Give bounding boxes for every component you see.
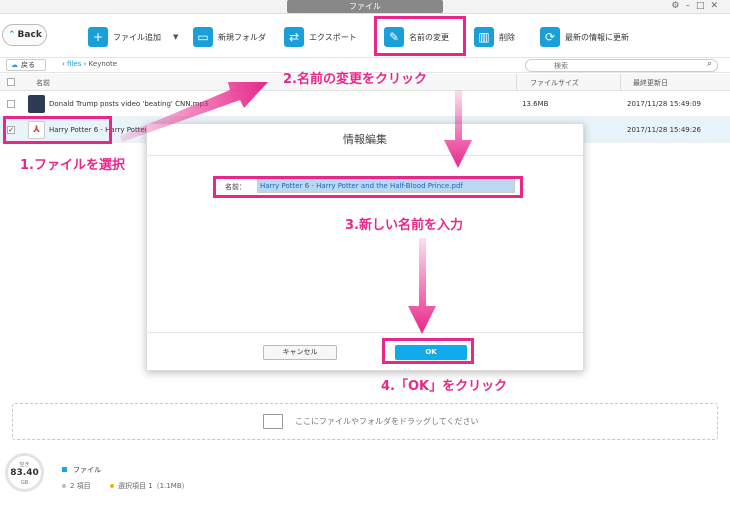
breadcrumb: › files › Keynote [62,60,117,68]
file-date: 2017/11/28 15:49:09 [627,100,702,108]
back-button[interactable]: ⌃ Back [2,24,47,46]
toolbar: ⌃ Back + ファイル追加 ▼ ▭ 新規フォルダ ⇄ エクスポート ✎ 名前の… [0,14,730,58]
category-swatch [62,467,67,472]
highlight-ok-button [382,338,474,364]
chevron-right-icon: › [62,60,65,68]
select-all-checkbox[interactable] [7,78,15,86]
trash-icon: ▥ [474,27,494,47]
table-row[interactable]: Donald Trump posts video 'beating' CNN.m… [0,91,730,117]
file-date: 2017/11/28 15:49:26 [627,126,702,134]
highlight-rename-button [374,16,466,56]
search-icon[interactable]: ⌕ [707,59,712,69]
dialog-divider [147,332,583,333]
annotation-step1: 1.ファイルを選択 [20,158,125,173]
minimize-icon[interactable]: – [685,1,696,11]
close-icon[interactable]: ✕ [710,1,724,11]
audio-thumbnail-icon [28,95,45,113]
item-count: 2 項目 [62,481,91,491]
search-box[interactable]: ⌕ [525,59,718,72]
new-folder-button[interactable]: ▭ 新規フォルダ [193,23,266,51]
chevron-right-icon: › [83,60,87,68]
window-title: ファイル [287,0,443,13]
delete-button[interactable]: ▥ 削除 [474,23,515,51]
selected-dot [110,484,114,488]
file-name: Donald Trump posts video 'beating' CNN.m… [49,100,209,108]
export-button[interactable]: ⇄ エクスポート [284,23,357,51]
refresh-icon: ⟳ [540,27,560,47]
breadcrumb-current: Keynote [88,60,118,68]
cancel-button[interactable]: キャンセル [263,345,337,360]
window-controls[interactable]: ⚙–□✕ [671,1,724,11]
chevron-up-icon: ⌃ [8,30,16,40]
return-button[interactable]: ☁ 戻る [6,59,46,71]
dialog-title: 情報編集 [147,124,583,156]
drop-zone[interactable]: ここにファイルやフォルダをドラッグしてください [12,403,718,440]
storage-gauge: 空き 83.40 GB [5,453,44,492]
add-file-icon: + [88,27,108,47]
column-name[interactable]: 名前 [36,78,50,88]
folder-icon [263,414,283,429]
maximize-icon[interactable]: □ [696,1,711,11]
add-file-button[interactable]: + ファイル追加 ▼ [88,23,178,51]
status-footer: 空き 83.40 GB ファイル 2 項目 選択項目 1（1.1MB） [0,450,730,510]
annotation-step4: 4.「OK」をクリック [381,379,508,394]
breadcrumb-root[interactable]: files [67,60,81,68]
row-checkbox[interactable] [7,100,15,108]
column-size[interactable]: ファイルサイズ [530,78,579,88]
column-divider [516,74,517,91]
gear-icon[interactable]: ⚙ [671,1,685,11]
file-size: 13.6MB [522,100,549,108]
column-date[interactable]: 最終更新日 [633,78,668,88]
new-folder-icon: ▭ [193,27,213,47]
annotation-step3: 3.新しい名前を入力 [345,218,463,233]
title-bar: ファイル ⚙–□✕ [0,0,730,14]
highlight-selected-file [3,116,112,144]
annotation-step2: 2.名前の変更をクリック [283,72,427,87]
export-icon: ⇄ [284,27,304,47]
edit-info-dialog: 情報編集 名前： キャンセル OK [146,123,584,371]
caret-down-icon[interactable]: ▼ [173,33,178,41]
column-divider [620,74,621,91]
category-label: ファイル [62,465,101,475]
search-input[interactable] [526,60,686,71]
cloud-icon: ☁ [11,61,18,69]
selected-count: 選択項目 1（1.1MB） [110,481,189,491]
count-dot [62,484,66,488]
refresh-button[interactable]: ⟳ 最新の情報に更新 [540,23,629,51]
drop-zone-text: ここにファイルやフォルダをドラッグしてください [295,417,479,426]
highlight-name-field [213,176,523,198]
